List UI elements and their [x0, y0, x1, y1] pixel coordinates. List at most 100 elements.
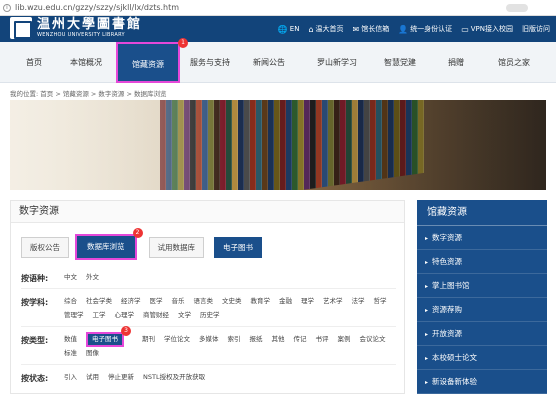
- filter-option[interactable]: 理学: [301, 297, 314, 306]
- header-link-2[interactable]: ✉ 馆长信箱: [353, 24, 390, 34]
- filter-option[interactable]: 引入: [64, 373, 77, 382]
- filter-label: 按状态:: [21, 374, 49, 383]
- header-link-label: 统一身份认证: [410, 25, 453, 33]
- filter-option[interactable]: 报纸: [250, 335, 263, 344]
- filter-option[interactable]: 多媒体: [199, 335, 219, 344]
- sidebar-item-2[interactable]: ▸ 掌上图书馆: [417, 274, 547, 298]
- tab-2[interactable]: 试用数据库: [148, 237, 204, 258]
- filter-label: 按语种:: [21, 274, 49, 283]
- chevron-right-icon: ▸: [425, 283, 429, 290]
- filter-option[interactable]: 综合: [64, 297, 77, 306]
- home-icon: ⌂: [308, 24, 314, 34]
- filter-option[interactable]: 文学: [178, 311, 191, 320]
- filter-option[interactable]: 学位论文: [164, 335, 190, 344]
- filter-option[interactable]: 法学: [352, 297, 365, 306]
- step-badge: 3: [121, 326, 131, 336]
- filter-option[interactable]: 期刊: [142, 335, 155, 344]
- filter-option[interactable]: 历史学: [200, 311, 220, 320]
- chevron-right-icon: ▸: [425, 259, 429, 266]
- filter-option[interactable]: 案例: [338, 335, 351, 344]
- url-text[interactable]: lib.wzu.edu.cn/gzzy/szzy/sjkll/lx/dzts.h…: [15, 3, 179, 12]
- filter-option[interactable]: 图像: [86, 349, 99, 358]
- filter-option[interactable]: 语言类: [194, 297, 214, 306]
- filter-option[interactable]: 外文: [86, 273, 99, 282]
- header-link-label: 旧版访问: [522, 25, 550, 33]
- filter-option[interactable]: 音乐: [172, 297, 185, 306]
- filter-option[interactable]: 管理学: [64, 311, 84, 320]
- filter-option[interactable]: 会议论文: [360, 335, 386, 344]
- sidebar-item-label: 特色资源: [432, 257, 463, 266]
- breadcrumb: 我的位置: 首页 > 馆藏资源 > 数字资源 > 数据库浏览: [10, 90, 167, 98]
- sidebar-item-5[interactable]: ▸ 本校硕士论文: [417, 346, 547, 370]
- info-icon[interactable]: i: [3, 3, 11, 12]
- tab-1[interactable]: 数据库浏览: [75, 234, 137, 260]
- filter-option[interactable]: 心理学: [115, 311, 135, 320]
- filter-option[interactable]: 艺术学: [323, 297, 343, 306]
- sidebar-item-6[interactable]: ▸ 新设备新体验: [417, 370, 547, 394]
- filter-options: 引入 试用 停止更新 NSTL授权及开放获取: [64, 373, 394, 382]
- header-link-3[interactable]: 👤 统一身份认证: [398, 24, 452, 34]
- sidebar: 馆藏资源 ▸ 数字资源 ▸ 特色资源 ▸ 掌上图书馆 ▸ 资源荐购 ▸ 开放资源 ▸ 本校硕士论文 ▸ 新…: [417, 200, 547, 394]
- sidebar-item-1[interactable]: ▸ 特色资源: [417, 250, 547, 274]
- filter-option[interactable]: 标准: [64, 349, 77, 358]
- header-link-1[interactable]: ⌂ 温大首页: [308, 24, 343, 34]
- nav-item-6[interactable]: 智慧党建: [372, 42, 428, 83]
- filter-option[interactable]: 商管财经: [143, 311, 169, 320]
- filter-options: 中文 外文: [64, 273, 394, 282]
- chevron-right-icon: ▸: [425, 331, 429, 338]
- nav-item-0[interactable]: 首页: [8, 42, 60, 83]
- filter-option[interactable]: 其他: [272, 335, 285, 344]
- filter-option[interactable]: 数值: [64, 335, 77, 344]
- tab-3[interactable]: 电子图书: [214, 237, 262, 258]
- mail-icon: ✉: [352, 24, 360, 34]
- divider: [21, 326, 396, 327]
- nav-item-2[interactable]: 馆藏资源: [116, 42, 180, 83]
- divider: [21, 364, 396, 365]
- filter-option[interactable]: 文史类: [222, 297, 242, 306]
- chevron-right-icon: ▸: [425, 355, 429, 362]
- header-link-5[interactable]: 旧版访问: [522, 24, 550, 34]
- panel-title: 数字资源: [11, 201, 404, 223]
- address-bar[interactable]: i lib.wzu.edu.cn/gzzy/szzy/sjkll/lx/dzts…: [0, 0, 556, 16]
- chevron-right-icon: ▸: [425, 235, 429, 242]
- filter-option[interactable]: 索引: [228, 335, 241, 344]
- sidebar-item-label: 开放资源: [432, 329, 463, 338]
- main-nav: 首页 本馆概况 馆藏资源 1 服务与支持 新闻公告 罗山新学习 智慧党建 捐赠 馆员之家: [0, 38, 556, 83]
- sidebar-item-4[interactable]: ▸ 开放资源: [417, 322, 547, 346]
- header-links: 🌐 EN ⌂ 温大首页 ✉ 馆长信箱 👤 统一身份认证 ▭ VPN接入校园 旧版访问: [278, 16, 550, 42]
- filter-option[interactable]: 医学: [150, 297, 163, 306]
- filter-option[interactable]: 书评: [316, 335, 329, 344]
- filter-option[interactable]: 停止更新: [108, 373, 134, 382]
- sidebar-item-0[interactable]: ▸ 数字资源: [417, 226, 547, 250]
- sidebar-item-label: 新设备新体验: [432, 377, 478, 386]
- sidebar-title: 馆藏资源: [417, 200, 547, 226]
- nav-item-4[interactable]: 新闻公告: [240, 42, 298, 83]
- nav-item-7[interactable]: 捐赠: [434, 42, 478, 83]
- filter-option[interactable]: 社会学类: [86, 297, 112, 306]
- nav-item-5[interactable]: 罗山新学习: [304, 42, 370, 83]
- filter-option[interactable]: 传记: [294, 335, 307, 344]
- filter-option[interactable]: 试用: [86, 373, 99, 382]
- filter-option[interactable]: 金融: [279, 297, 292, 306]
- filter-option[interactable]: 经济学: [121, 297, 141, 306]
- site-header: 温州大學圖書館 WENZHOU UNIVERSITY LIBRARY 🌐 EN ⌂ 温…: [0, 16, 556, 42]
- tab-0[interactable]: 版权公告: [21, 237, 69, 258]
- seal-icon: [10, 17, 32, 39]
- filter-label: 按类型:: [21, 336, 49, 345]
- filter-option[interactable]: 中文: [64, 273, 77, 282]
- filter-option[interactable]: 教育学: [251, 297, 271, 306]
- library-logo[interactable]: 温州大學圖書館 WENZHOU UNIVERSITY LIBRARY: [10, 17, 142, 39]
- filter-option[interactable]: 工学: [93, 311, 106, 320]
- filter-option[interactable]: NSTL授权及开放获取: [143, 373, 205, 382]
- filter-option[interactable]: 哲学: [374, 297, 387, 306]
- header-link-4[interactable]: ▭ VPN接入校园: [461, 24, 513, 34]
- header-link-0[interactable]: 🌐 EN: [278, 25, 300, 34]
- sidebar-item-3[interactable]: ▸ 资源荐购: [417, 298, 547, 322]
- filter-option[interactable]: 电子图书: [86, 332, 124, 347]
- nav-item-1[interactable]: 本馆概况: [60, 42, 112, 83]
- nav-item-8[interactable]: 馆员之家: [480, 42, 548, 83]
- sidebar-item-label: 资源荐购: [432, 305, 463, 314]
- nav-item-3[interactable]: 服务与支持: [184, 42, 236, 83]
- filter-options: 综合 社会学类 经济学 医学 音乐 语言类 文史类 教育学 金融 理学 艺术学 法学 哲学管理学 工学 心理…: [64, 297, 394, 320]
- header-link-label: EN: [289, 25, 300, 33]
